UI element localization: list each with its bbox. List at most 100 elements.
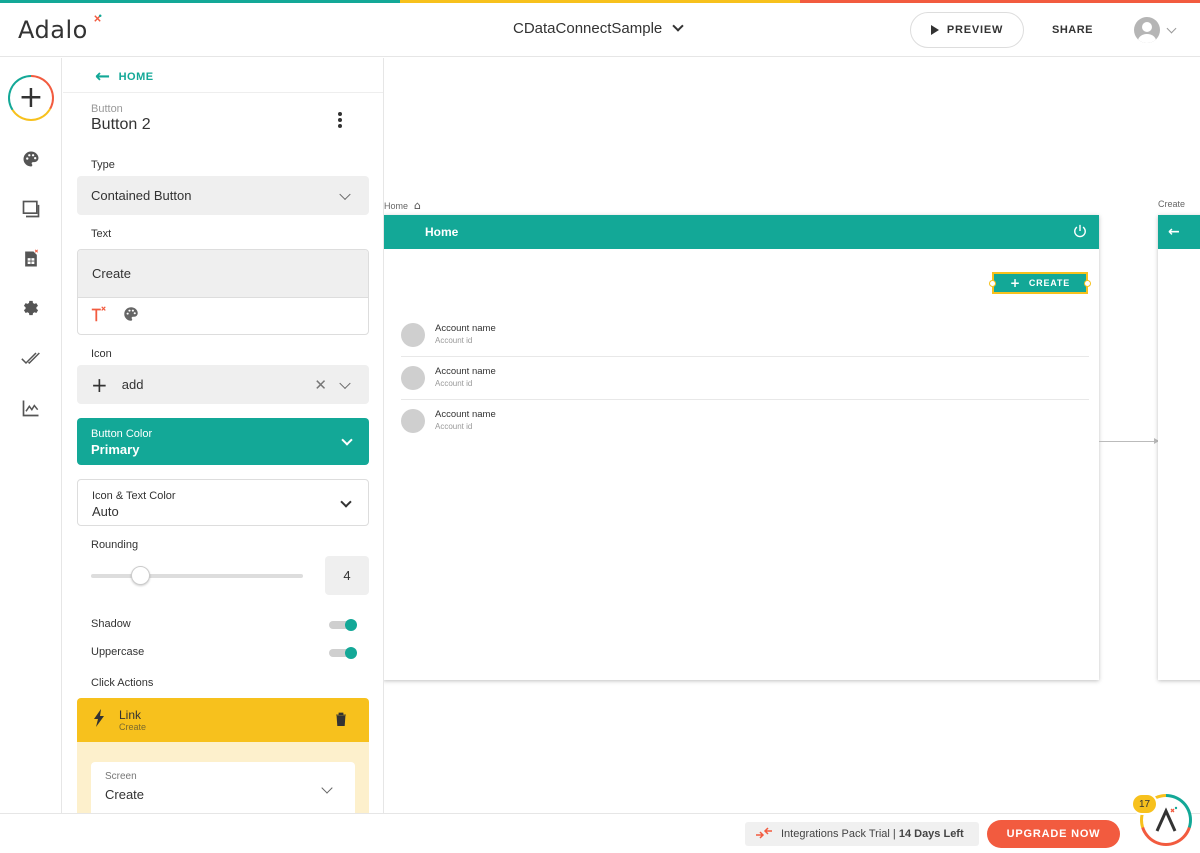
list-item-title: Account name [435, 409, 496, 420]
list-item-title: Account name [435, 366, 496, 377]
magic-text-icon[interactable] [90, 305, 108, 328]
text-input[interactable]: Create [78, 250, 368, 298]
power-icon[interactable] [1073, 224, 1089, 240]
icon-text-color-select[interactable]: Icon & Text Color Auto [77, 479, 369, 526]
slider-handle[interactable] [130, 566, 150, 585]
avatar-icon [1134, 17, 1160, 43]
avatar [401, 323, 425, 347]
play-icon [930, 25, 939, 35]
list-item[interactable]: Account name Account id [401, 357, 1089, 400]
app-name: CDataConnectSample [513, 20, 663, 37]
database-icon[interactable] [20, 248, 42, 270]
button-color-label: Button Color [91, 428, 153, 440]
rounding-slider[interactable] [91, 566, 303, 585]
button-color-select[interactable]: Button Color Primary [77, 418, 369, 465]
adalo-logo[interactable]: Adalo [18, 16, 88, 44]
list-item-subtitle: Account id [435, 379, 473, 388]
type-select[interactable]: Contained Button [77, 176, 369, 215]
component-type: Button [91, 103, 123, 115]
add-icon: + [1010, 276, 1021, 290]
shadow-label: Shadow [91, 618, 131, 630]
palette-icon[interactable] [20, 148, 42, 170]
app-header-title: Home [425, 225, 459, 239]
share-button[interactable]: SHARE [1052, 24, 1093, 36]
icon-select[interactable]: + add ✕ [77, 365, 369, 404]
create-screen-card[interactable]: ← [1158, 215, 1200, 680]
avatar [401, 366, 425, 390]
resize-handle-left[interactable] [989, 280, 996, 287]
toggle-knob [345, 619, 357, 631]
button-color-value: Primary [91, 442, 140, 457]
trial-banner[interactable]: Integrations Pack Trial | 14 Days Left [745, 822, 979, 846]
screens-icon[interactable] [20, 198, 42, 220]
icon-text-color-label: Icon & Text Color [92, 490, 176, 502]
app-switcher[interactable]: CDataConnectSample [513, 20, 684, 37]
text-field[interactable]: Create [77, 249, 369, 335]
screen-label: Screen [105, 771, 137, 782]
list-item[interactable]: Account name Account id [401, 314, 1089, 357]
type-value: Contained Button [91, 188, 192, 203]
link-connector-line [1099, 441, 1157, 442]
home-screen-label[interactable]: Home ⌂ [384, 199, 421, 212]
create-screen-label[interactable]: Create [1158, 199, 1185, 209]
avatar [401, 409, 425, 433]
preview-button[interactable]: PREVIEW [910, 12, 1024, 48]
upgrade-now-button[interactable]: UPGRADE NOW [987, 820, 1120, 848]
list-item-subtitle: Account id [435, 422, 473, 431]
rounding-label: Rounding [91, 539, 139, 551]
text-tools [78, 298, 368, 334]
chevron-down-icon [339, 188, 351, 200]
text-label: Text [91, 228, 112, 240]
home-icon: ⌂ [414, 199, 421, 212]
home-screen-card[interactable]: Home + CREATE Account name Account id Ac… [384, 215, 1099, 680]
action-subtitle: Create [119, 722, 147, 732]
list-item-subtitle: Account id [435, 336, 473, 345]
toggle-knob [345, 647, 357, 659]
properties-panel: ← HOME Button Button 2 Type Contained Bu… [63, 58, 384, 813]
more-options-icon[interactable] [335, 110, 345, 130]
back-label: HOME [118, 71, 154, 83]
settings-icon[interactable] [20, 297, 42, 319]
bottom-bar: Integrations Pack Trial | 14 Days Left U… [0, 813, 1200, 853]
icon-label: Icon [91, 348, 112, 360]
top-bar: Adalo CDataConnectSample PREVIEW SHARE [0, 3, 1200, 57]
create-button-label: CREATE [1028, 278, 1070, 288]
notification-badge: 17 [1131, 793, 1158, 815]
uppercase-label: Uppercase [91, 646, 145, 658]
trial-days: 14 Days Left [898, 828, 964, 840]
add-component-button[interactable]: + [8, 75, 54, 121]
chevron-down-icon [1166, 23, 1177, 33]
icon-value: add [121, 377, 144, 392]
link-action-header[interactable]: Link Create [77, 698, 369, 742]
clear-icon[interactable]: ✕ [314, 376, 327, 394]
lightning-icon [93, 708, 105, 732]
analytics-icon[interactable] [20, 397, 42, 419]
list-item[interactable]: Account name Account id [401, 400, 1089, 443]
chevron-down-icon [672, 20, 684, 32]
publish-check-icon[interactable] [20, 347, 42, 369]
add-icon: + [10, 77, 52, 119]
preview-label: PREVIEW [946, 24, 1004, 36]
logo-spark-icon [93, 14, 102, 25]
editor-canvas[interactable]: Home ⌂ Home + CREATE Account name Accoun… [384, 58, 1200, 813]
divider [63, 92, 383, 93]
app-header-bar: ← [1158, 215, 1200, 249]
resize-handle-right[interactable] [1084, 280, 1091, 287]
create-button[interactable]: + CREATE [989, 272, 1091, 294]
chevron-down-icon [339, 377, 351, 389]
palette-icon[interactable] [122, 305, 140, 328]
back-to-home-link[interactable]: ← HOME [95, 68, 154, 86]
component-name[interactable]: Button 2 [91, 116, 151, 134]
trash-icon[interactable] [335, 712, 347, 731]
action-title: Link [119, 708, 142, 722]
account-menu[interactable] [1134, 17, 1177, 43]
list-item-title: Account name [435, 323, 496, 334]
integrations-icon [755, 826, 773, 842]
click-actions-label: Click Actions [91, 677, 154, 689]
rounding-input[interactable]: 4 [325, 556, 369, 595]
arrow-left-icon[interactable]: ← [1168, 224, 1180, 240]
uppercase-toggle[interactable] [329, 647, 357, 659]
shadow-toggle[interactable] [329, 619, 357, 631]
screen-select[interactable]: Screen Create [91, 762, 355, 813]
left-rail: + [0, 58, 62, 813]
